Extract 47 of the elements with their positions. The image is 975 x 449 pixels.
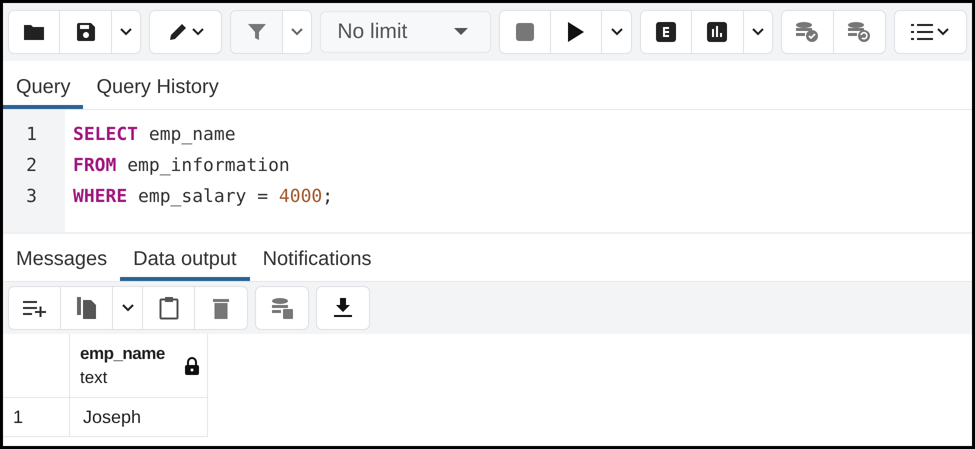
limit-dropdown[interactable]: No limit (320, 11, 491, 53)
code-line: SELECT emp_name (73, 123, 237, 147)
database-undo-icon (847, 21, 872, 43)
line-number: 2 (26, 154, 37, 178)
line-number: 1 (26, 123, 37, 147)
caret-icon (120, 28, 132, 36)
edit-button[interactable] (150, 11, 222, 53)
tab[interactable]: Notifications (250, 234, 385, 281)
database-save-icon (271, 297, 293, 319)
open-file-button[interactable] (9, 11, 60, 53)
tab[interactable]: Messages (3, 234, 120, 281)
dropdown-arrow-icon (454, 28, 468, 36)
caret-icon (122, 304, 134, 312)
code-line: WHERE emp_salary = 4000; (73, 185, 334, 209)
column-header[interactable]: emp_name text (70, 334, 208, 398)
table-cell: Joseph (70, 398, 208, 437)
explain-icon (656, 22, 676, 42)
numbered-list-icon (911, 23, 934, 41)
clipboard-icon (158, 296, 178, 320)
row-number: 1 (3, 398, 70, 437)
column-name: emp_name (80, 344, 165, 364)
explain-button[interactable] (640, 11, 692, 53)
caret-icon (192, 28, 204, 36)
commit-button[interactable] (782, 11, 834, 53)
code-line: FROM emp_information (73, 154, 291, 178)
download-icon (334, 298, 352, 318)
play-icon (568, 22, 584, 42)
caret-icon (291, 28, 304, 36)
column-type: text (80, 368, 108, 388)
add-row-button[interactable] (9, 287, 61, 329)
copy-icon (76, 297, 96, 319)
caret-icon (937, 28, 950, 36)
pencil-icon (168, 22, 188, 42)
filter-icon (246, 22, 267, 42)
macros-button[interactable] (894, 11, 966, 53)
folder-icon (23, 23, 46, 41)
tab[interactable]: Query History (83, 61, 232, 109)
caret-icon (752, 28, 764, 36)
download-button[interactable] (317, 287, 369, 329)
trash-icon (213, 297, 229, 319)
bar-chart-icon (707, 22, 728, 42)
stop-icon (516, 23, 534, 41)
line-number: 3 (26, 185, 37, 209)
row-number-header (3, 334, 70, 398)
database-check-icon (795, 21, 820, 43)
caret-icon (610, 28, 623, 36)
add-row-icon (22, 299, 46, 317)
